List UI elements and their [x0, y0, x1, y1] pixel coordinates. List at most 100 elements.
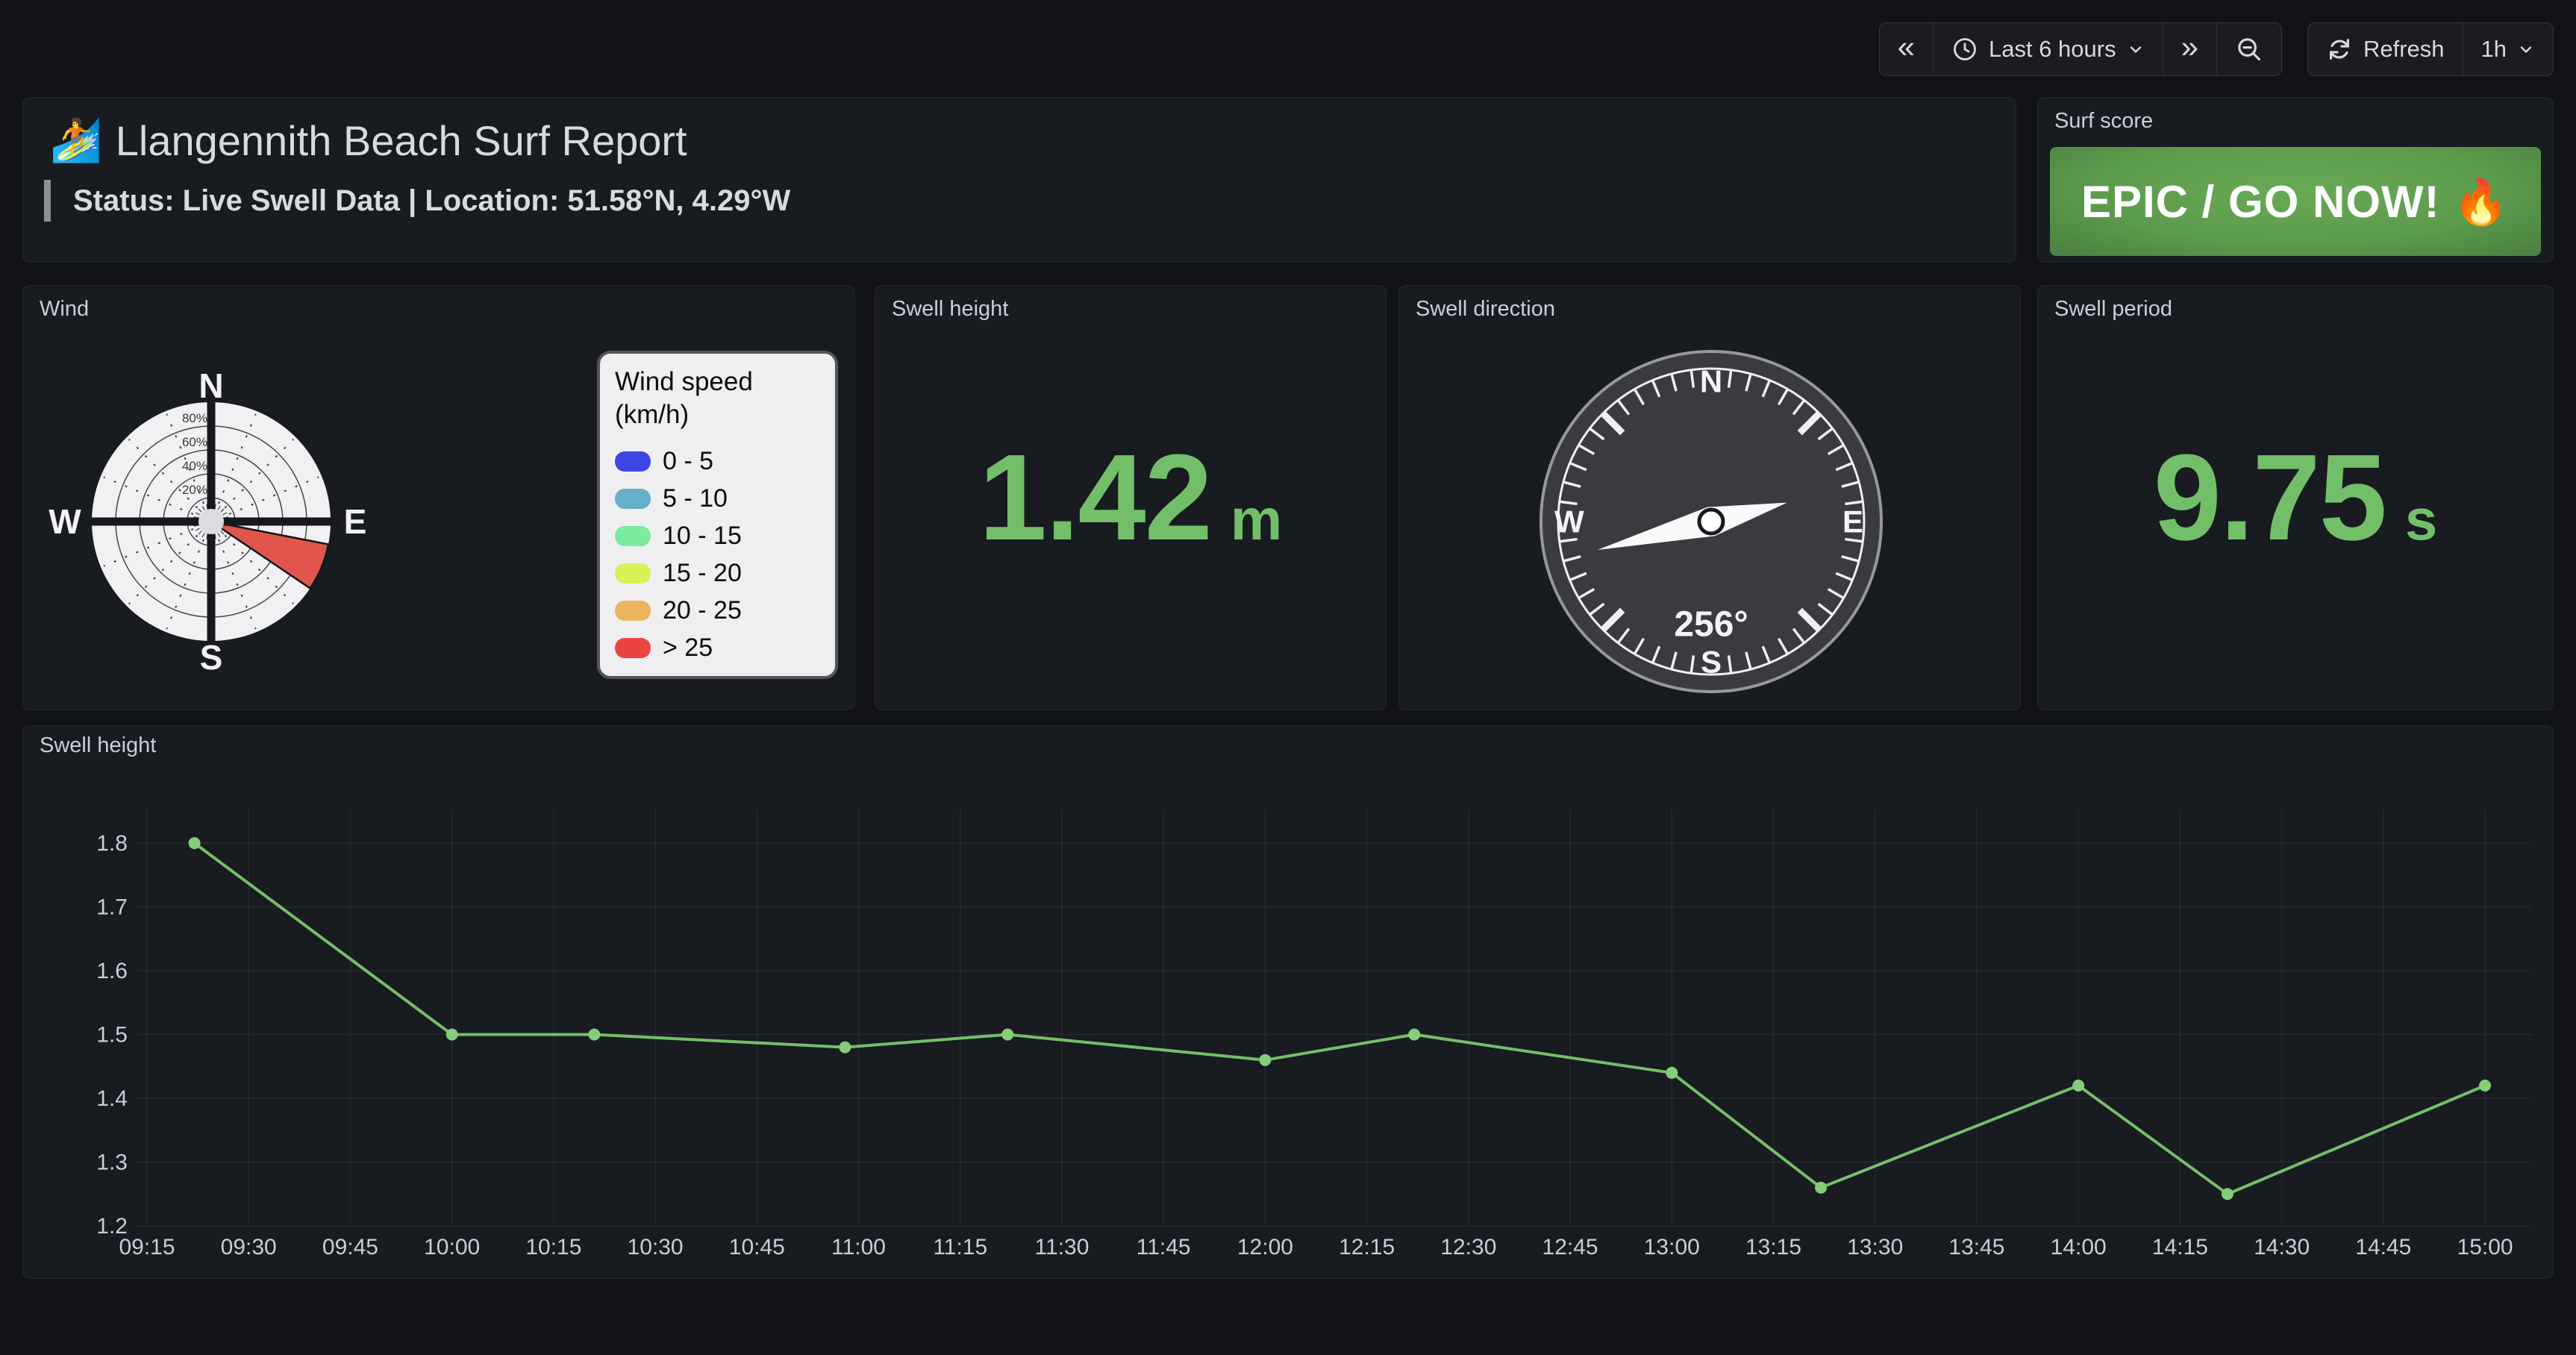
series-point: [189, 837, 201, 849]
panel-title: Surf score: [2038, 98, 2553, 145]
legend-swatch: [615, 526, 651, 546]
status-blockquote: Status: Live Swell Data | Location: 51.5…: [44, 180, 790, 222]
compass-cardinal-label: S: [1701, 645, 1722, 680]
series-point: [2479, 1080, 2491, 1092]
x-axis-label: 13:30: [1847, 1235, 1903, 1259]
zoom-out-icon: [2235, 35, 2263, 63]
legend-swatch: [615, 601, 651, 621]
y-axis-label: 1.5: [96, 1023, 128, 1048]
panel-title: Swell direction: [1399, 286, 2020, 333]
panel-title: Wind: [23, 286, 854, 333]
wind-legend: Wind speed (km/h) 0 - 55 - 1010 - 1515 -…: [597, 351, 838, 679]
swell-period-value: 9.75: [2154, 428, 2386, 568]
y-axis-label: 1.7: [96, 895, 128, 920]
refresh-button[interactable]: Refresh: [2308, 23, 2463, 75]
time-range-label: Last 6 hours: [1989, 36, 2116, 63]
rose-cardinal-label: S: [200, 638, 223, 677]
surf-score-panel: Surf score EPIC / GO NOW! 🔥: [2037, 97, 2554, 263]
legend-label: 0 - 5: [663, 447, 713, 476]
legend-swatch: [615, 563, 651, 583]
time-shift-back-button[interactable]: «: [1880, 23, 1933, 75]
refresh-icon: [2326, 36, 2353, 63]
rose-center: [198, 509, 224, 534]
swell-period-stat-panel: Swell period 9.75 s: [2037, 285, 2554, 710]
stat-wrap: 9.75 s: [2038, 286, 2553, 710]
chevron-down-icon: [2517, 40, 2535, 58]
rose-ring-label: 60%: [182, 435, 207, 449]
time-shift-forward-button[interactable]: »: [2163, 23, 2216, 75]
chevrons-left-icon: «: [1898, 31, 1915, 67]
x-axis-label: 10:45: [729, 1235, 785, 1259]
stat-wrap: 1.42 m: [875, 286, 1386, 710]
x-axis-label: 11:00: [831, 1235, 886, 1259]
x-axis-label: 11:15: [933, 1235, 987, 1259]
interval-label: 1h: [2481, 36, 2507, 63]
panel-title: Swell height: [23, 726, 2553, 769]
series-point: [1815, 1182, 1827, 1194]
series-point: [1408, 1029, 1420, 1041]
page-title: 🏄 Llangennith Beach Surf Report: [50, 116, 687, 165]
series-point: [1001, 1029, 1013, 1041]
compass-cardinal-label: E: [1842, 504, 1863, 539]
series-point: [839, 1042, 851, 1054]
x-axis-label: 14:15: [2152, 1235, 2208, 1259]
refresh-group: Refresh 1h: [2307, 22, 2554, 76]
y-axis-label: 1.6: [96, 959, 128, 983]
x-axis-label: 09:45: [322, 1235, 378, 1259]
rose-ring-label: 40%: [182, 459, 207, 473]
x-axis-label: 11:30: [1035, 1235, 1090, 1259]
chart-panel: Swell height 1.21.31.41.51.61.71.809:150…: [22, 725, 2554, 1279]
x-axis-label: 14:45: [2355, 1235, 2411, 1259]
clock-icon: [1951, 36, 1978, 63]
y-axis-label: 1.3: [96, 1151, 128, 1175]
time-range-group: « Last 6 hours »: [1879, 22, 2282, 76]
compass-value: 256°: [1674, 605, 1748, 645]
time-range-picker[interactable]: Last 6 hours: [1933, 23, 2163, 75]
x-axis-label: 12:30: [1440, 1235, 1496, 1259]
surf-score-value: EPIC / GO NOW! 🔥: [2081, 175, 2510, 228]
series-point: [588, 1029, 600, 1041]
refresh-label: Refresh: [2363, 36, 2445, 63]
x-axis-label: 13:15: [1745, 1235, 1801, 1259]
chevrons-right-icon: »: [2181, 31, 2198, 67]
y-axis-label: 1.8: [96, 831, 128, 856]
series-point: [446, 1029, 458, 1041]
swell-period-unit: s: [2405, 486, 2437, 554]
series-point: [1666, 1067, 1678, 1079]
series-point: [2072, 1080, 2084, 1092]
zoom-out-button[interactable]: [2216, 23, 2281, 75]
x-axis-label: 12:45: [1542, 1235, 1598, 1259]
compass-cardinal-label: N: [1700, 364, 1722, 399]
x-axis-label: 10:00: [424, 1235, 480, 1259]
x-axis-label: 13:00: [1644, 1235, 1700, 1259]
legend-item: 0 - 5: [615, 447, 820, 476]
compass-hub: [1699, 510, 1723, 533]
series-point: [1259, 1054, 1271, 1066]
x-axis-label: 12:15: [1339, 1235, 1395, 1259]
legend-label: 20 - 25: [663, 596, 742, 625]
swell-height-chart[interactable]: 1.21.31.41.51.61.71.809:1509:3009:4510:0…: [23, 726, 2554, 1280]
rose-cardinal-label: N: [198, 366, 223, 405]
series-point: [2222, 1188, 2233, 1200]
panel-title: Swell period: [2038, 286, 2553, 333]
rose-cardinal-label: E: [344, 502, 367, 541]
quote-bar: [44, 180, 51, 222]
header-panel: 🏄 Llangennith Beach Surf Report Status: …: [22, 97, 2016, 263]
rose-ring-label: 20%: [182, 483, 207, 497]
rose-ring-label: 80%: [182, 411, 207, 425]
legend-item: > 25: [615, 633, 820, 663]
panel-title: Swell height: [875, 286, 1386, 333]
swell-height-unit: m: [1231, 486, 1282, 554]
wind-legend-title: Wind speed (km/h): [615, 366, 820, 431]
legend-swatch: [615, 489, 651, 509]
legend-item: 5 - 10: [615, 484, 820, 513]
x-axis-label: 13:45: [1948, 1235, 2004, 1259]
refresh-interval-dropdown[interactable]: 1h: [2463, 23, 2553, 75]
x-axis-label: 11:45: [1137, 1235, 1191, 1259]
x-axis-label: 09:15: [119, 1235, 175, 1259]
legend-item: 10 - 15: [615, 522, 820, 551]
x-axis-label: 10:30: [628, 1235, 684, 1259]
dashboard-toolbar: « Last 6 hours »: [1879, 22, 2554, 76]
legend-label: 5 - 10: [663, 484, 728, 513]
series-line: [195, 843, 2485, 1194]
